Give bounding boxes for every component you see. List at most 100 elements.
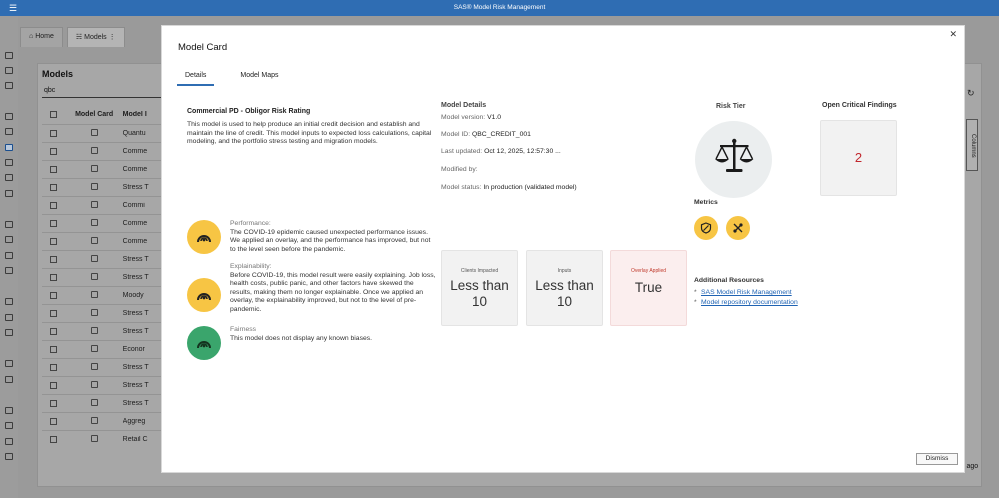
row-checkbox[interactable] bbox=[42, 184, 66, 191]
table-row[interactable]: Retail C bbox=[42, 431, 162, 445]
nav-folder-icon[interactable] bbox=[5, 128, 13, 135]
model-card-icon[interactable] bbox=[66, 309, 123, 318]
nav-list-icon[interactable] bbox=[5, 221, 13, 228]
table-row[interactable]: Stress T bbox=[42, 395, 162, 413]
row-checkbox[interactable] bbox=[42, 256, 66, 263]
model-card-icon[interactable] bbox=[66, 417, 123, 426]
nav-page-icon[interactable] bbox=[5, 438, 13, 445]
nav-report-icon[interactable] bbox=[5, 407, 13, 414]
nav-help-icon[interactable] bbox=[5, 453, 13, 460]
table-row[interactable]: Stress T bbox=[42, 377, 162, 395]
model-card-icon[interactable] bbox=[66, 345, 123, 354]
close-icon[interactable]: ✕ bbox=[949, 29, 957, 40]
tab-model-maps[interactable]: Model Maps bbox=[232, 72, 286, 86]
select-all-checkbox[interactable] bbox=[42, 111, 66, 118]
table-row[interactable]: Stress T bbox=[42, 251, 162, 269]
table-row[interactable]: Stress T bbox=[42, 323, 162, 341]
nav-search-icon[interactable] bbox=[5, 113, 13, 120]
open-findings-tile[interactable]: 2 bbox=[820, 120, 897, 196]
table-row[interactable]: Comme bbox=[42, 161, 162, 179]
tile-label: Inputs bbox=[557, 268, 572, 274]
model-card-icon[interactable] bbox=[66, 255, 123, 264]
dismiss-button[interactable]: Dismiss bbox=[916, 453, 958, 465]
row-model-name: Comme bbox=[122, 166, 148, 173]
nav-home-icon[interactable] bbox=[5, 52, 13, 59]
tab-models[interactable]: ☵ Models ⋮ bbox=[66, 27, 125, 47]
models-search-input[interactable]: qbc bbox=[42, 85, 170, 98]
tab-details[interactable]: Details bbox=[177, 72, 215, 86]
nav-documents-icon[interactable] bbox=[5, 67, 13, 74]
row-checkbox[interactable] bbox=[42, 364, 66, 371]
table-row[interactable]: Aggreg bbox=[42, 413, 162, 431]
metrics-heading: Metrics bbox=[694, 199, 718, 206]
row-checkbox[interactable] bbox=[42, 292, 66, 299]
table-row[interactable]: Stress T bbox=[42, 305, 162, 323]
model-card-icon[interactable] bbox=[66, 183, 123, 192]
row-checkbox[interactable] bbox=[42, 202, 66, 209]
row-checkbox[interactable] bbox=[42, 220, 66, 227]
model-card-icon[interactable] bbox=[66, 435, 123, 444]
model-card-icon[interactable] bbox=[66, 219, 123, 228]
columns-panel-toggle[interactable]: Columns bbox=[966, 119, 978, 171]
nav-share-icon[interactable] bbox=[5, 329, 13, 336]
tab-home[interactable]: ⌂ Home bbox=[20, 27, 63, 47]
row-checkbox[interactable] bbox=[42, 346, 66, 353]
column-header-model[interactable]: Model I bbox=[123, 111, 162, 118]
row-checkbox[interactable] bbox=[42, 382, 66, 389]
row-checkbox[interactable] bbox=[42, 310, 66, 317]
row-checkbox[interactable] bbox=[42, 328, 66, 335]
nav-file-icon[interactable] bbox=[5, 422, 13, 429]
row-checkbox[interactable] bbox=[42, 400, 66, 407]
tile-inputs: Inputs Less than 10 bbox=[526, 250, 603, 326]
table-row[interactable]: Comme bbox=[42, 143, 162, 161]
column-header-model-card[interactable]: Model Card bbox=[66, 111, 123, 118]
row-checkbox[interactable] bbox=[42, 148, 66, 155]
note-body: The COVID-19 epidemic caused unexpected … bbox=[230, 229, 431, 253]
nav-tools-icon[interactable] bbox=[5, 159, 13, 166]
nav-layers-icon[interactable] bbox=[5, 190, 13, 197]
model-card-icon[interactable] bbox=[66, 165, 123, 174]
refresh-icon[interactable]: ↻ bbox=[967, 88, 975, 99]
model-card-icon[interactable] bbox=[66, 129, 123, 138]
table-row[interactable]: Comme bbox=[42, 233, 162, 251]
model-card-icon[interactable] bbox=[66, 237, 123, 246]
model-card-icon[interactable] bbox=[66, 291, 123, 300]
model-card-icon[interactable] bbox=[66, 147, 123, 156]
detail-value: Oct 12, 2025, 12:57:30 ... bbox=[484, 148, 561, 155]
model-card-icon[interactable] bbox=[66, 381, 123, 390]
nav-chart-icon[interactable] bbox=[5, 236, 13, 243]
table-row[interactable]: Stress T bbox=[42, 269, 162, 287]
model-card-icon[interactable] bbox=[66, 201, 123, 210]
row-checkbox[interactable] bbox=[42, 436, 66, 443]
link-sas-model-risk-management[interactable]: * SAS Model Risk Management bbox=[694, 289, 792, 296]
table-row[interactable]: Commi bbox=[42, 197, 162, 215]
model-card-icon[interactable] bbox=[66, 363, 123, 372]
model-card-icon[interactable] bbox=[66, 399, 123, 408]
row-checkbox[interactable] bbox=[42, 274, 66, 281]
nav-settings-icon[interactable] bbox=[5, 298, 13, 305]
nav-gauge-icon[interactable] bbox=[5, 82, 13, 89]
nav-stack-icon[interactable] bbox=[5, 174, 13, 181]
row-checkbox[interactable] bbox=[42, 238, 66, 245]
table-row[interactable]: Quantu bbox=[42, 125, 162, 143]
table-row[interactable]: Stress T bbox=[42, 359, 162, 377]
row-checkbox[interactable] bbox=[42, 130, 66, 137]
model-card-icon[interactable] bbox=[66, 327, 123, 336]
row-checkbox[interactable] bbox=[42, 166, 66, 173]
overlay-icon[interactable] bbox=[726, 216, 750, 240]
model-card-icon[interactable] bbox=[66, 273, 123, 282]
row-checkbox[interactable] bbox=[42, 418, 66, 425]
nav-models-icon[interactable] bbox=[5, 144, 13, 151]
dialog-title: Model Card bbox=[178, 42, 228, 53]
nav-grid-icon[interactable] bbox=[5, 252, 13, 259]
table-row[interactable]: Moody bbox=[42, 287, 162, 305]
table-row[interactable]: Econor bbox=[42, 341, 162, 359]
nav-upload-icon[interactable] bbox=[5, 360, 13, 367]
nav-link-icon[interactable] bbox=[5, 267, 13, 274]
nav-check-icon[interactable] bbox=[5, 314, 13, 321]
shield-check-icon[interactable] bbox=[694, 216, 718, 240]
table-row[interactable]: Stress T bbox=[42, 179, 162, 197]
nav-calendar-icon[interactable] bbox=[5, 376, 13, 383]
link-model-repository-docs[interactable]: * Model repository documentation bbox=[694, 299, 798, 306]
table-row[interactable]: Comme bbox=[42, 215, 162, 233]
